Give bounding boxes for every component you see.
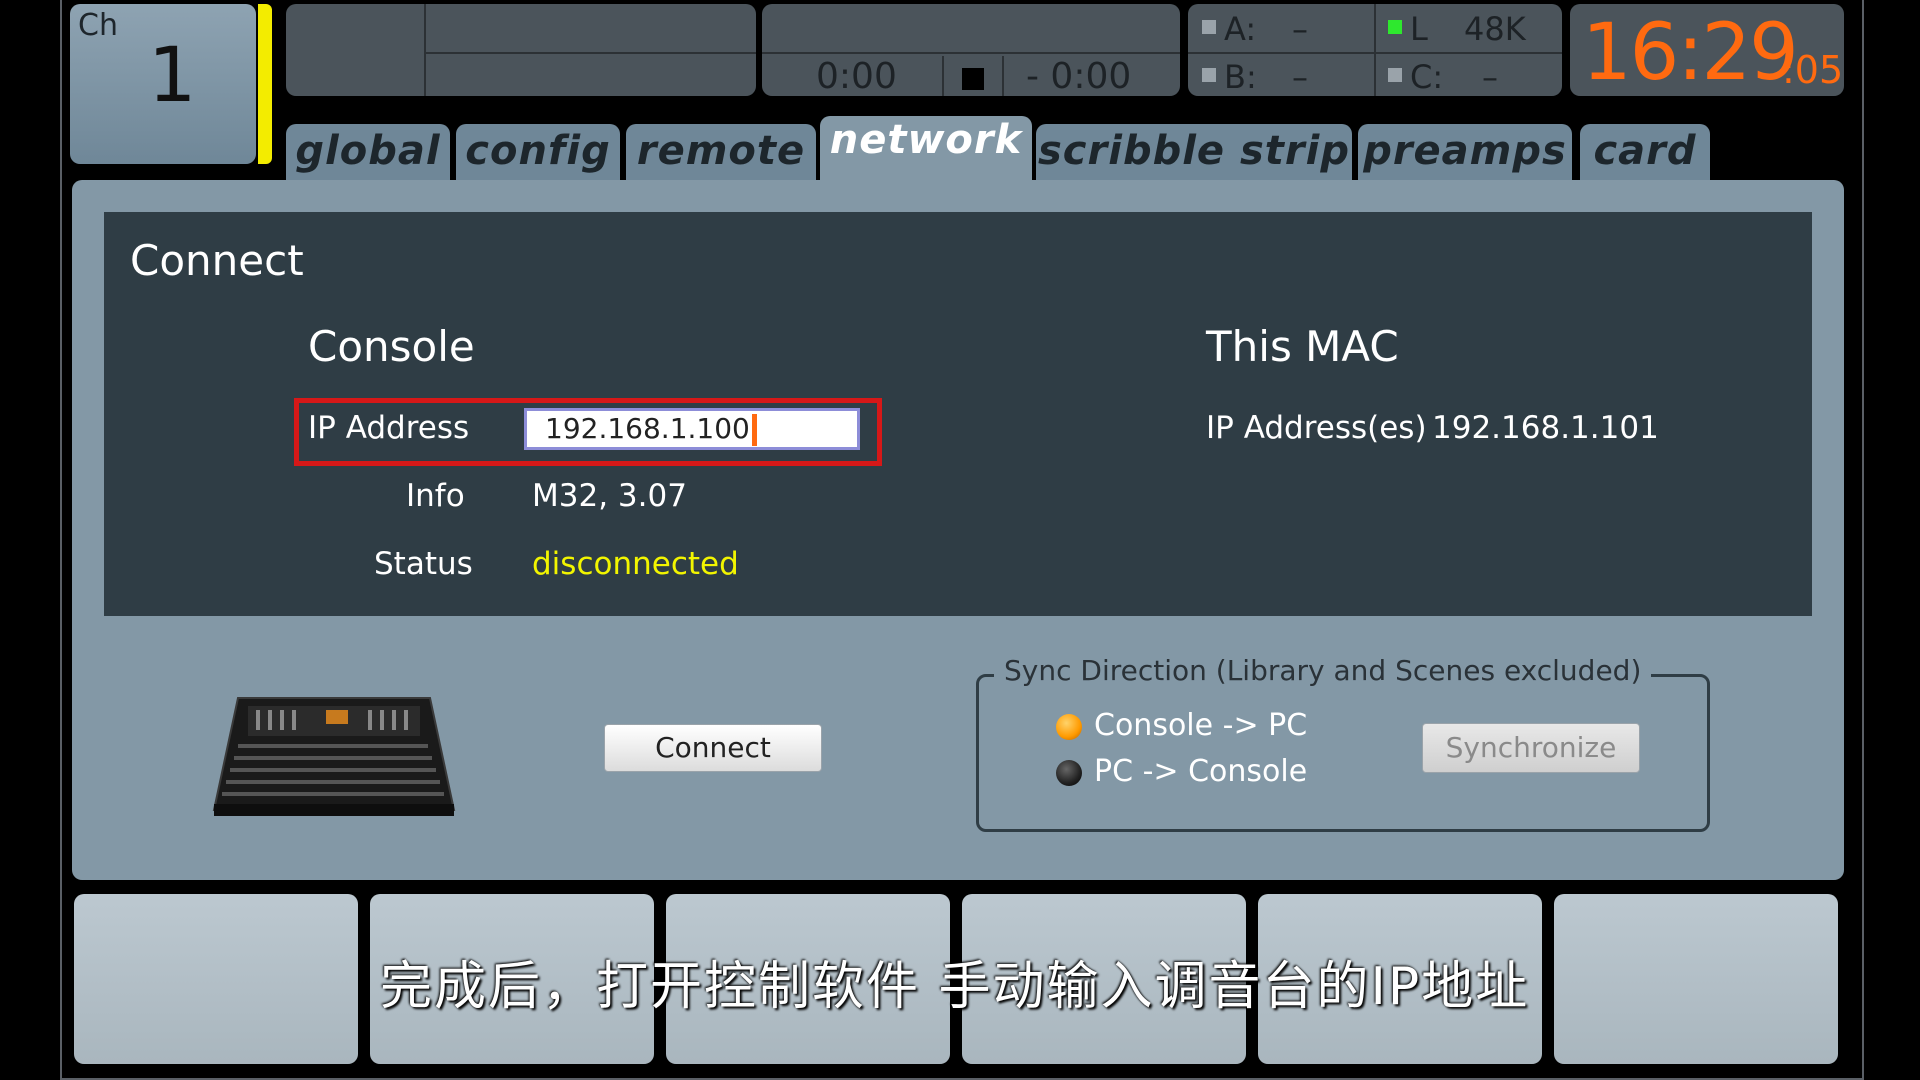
text-cursor: [751, 414, 757, 446]
channel-number: 1: [148, 30, 197, 119]
a-label: A:: [1224, 10, 1257, 48]
stop-icon[interactable]: [962, 68, 984, 90]
c-indicator-icon: [1388, 68, 1402, 82]
info-label: Info: [406, 478, 465, 514]
tab-scribble-strip[interactable]: scribble strip: [1036, 124, 1352, 180]
network-panel: Connect Console This MAC IP Address 192.…: [72, 180, 1844, 880]
section-title: Connect: [130, 236, 304, 285]
connect-button[interactable]: Connect: [604, 724, 822, 772]
radio-pc-to-console[interactable]: [1056, 760, 1082, 786]
a-value: –: [1292, 10, 1308, 48]
b-indicator-icon: [1202, 68, 1216, 82]
this-mac-heading: This MAC: [1206, 322, 1399, 371]
video-subtitle: 完成后，打开控制软件 手动输入调音台的IP地址: [380, 957, 1530, 1017]
scene-display: [286, 4, 756, 96]
radio-console-to-pc[interactable]: [1056, 714, 1082, 740]
sync-direction-legend: Sync Direction (Library and Scenes exclu…: [994, 654, 1652, 687]
transport-display: 0:00 - 0:00: [762, 4, 1180, 97]
l-indicator-icon: [1388, 20, 1402, 34]
mac-ip-value: 192.168.1.101: [1432, 410, 1659, 446]
radio-pc-to-console-label[interactable]: PC -> Console: [1094, 754, 1307, 789]
tab-remote[interactable]: remote: [626, 124, 816, 180]
clock-time: 16:29: [1582, 8, 1799, 98]
remaining-time: - 0:00: [1026, 56, 1132, 97]
mac-ip-label: IP Address(es): [1206, 410, 1427, 446]
synchronize-button[interactable]: Synchronize: [1422, 723, 1640, 773]
status-label: Status: [374, 546, 473, 582]
sample-rate: 48K: [1464, 10, 1526, 48]
l-label: L: [1410, 10, 1428, 48]
tab-config[interactable]: config: [456, 124, 620, 180]
channel-display[interactable]: Ch 1: [70, 4, 256, 164]
b-label: B:: [1224, 58, 1257, 96]
info-value: M32, 3.07: [532, 478, 687, 514]
console-ip-input[interactable]: 192.168.1.100: [524, 408, 860, 450]
b-value: –: [1292, 58, 1308, 96]
console-heading: Console: [308, 322, 475, 371]
elapsed-time: 0:00: [816, 56, 897, 97]
tab-network[interactable]: network: [820, 116, 1032, 180]
status-value: disconnected: [532, 546, 739, 582]
radio-console-to-pc-label[interactable]: Console -> PC: [1094, 708, 1307, 743]
console-ip-label: IP Address: [308, 410, 470, 446]
c-value: –: [1482, 58, 1498, 96]
clock-seconds: :05: [1782, 48, 1844, 92]
status-display: A: – B: – L 48K C: –: [1188, 4, 1562, 96]
a-indicator-icon: [1202, 20, 1216, 34]
mixer-console-icon: [212, 697, 456, 816]
clock-display: 16:29 :05: [1570, 4, 1844, 98]
channel-label: Ch: [78, 8, 118, 43]
soft-button-6[interactable]: [1554, 894, 1838, 1064]
c-label: C:: [1410, 58, 1444, 96]
soft-button-1[interactable]: [74, 894, 358, 1064]
channel-color-bar: [258, 4, 272, 164]
connect-section: Connect Console This MAC IP Address 192.…: [104, 212, 1812, 616]
tab-card[interactable]: card: [1580, 124, 1710, 180]
tab-preamps[interactable]: preamps: [1358, 124, 1572, 180]
tab-global[interactable]: global: [286, 124, 450, 180]
